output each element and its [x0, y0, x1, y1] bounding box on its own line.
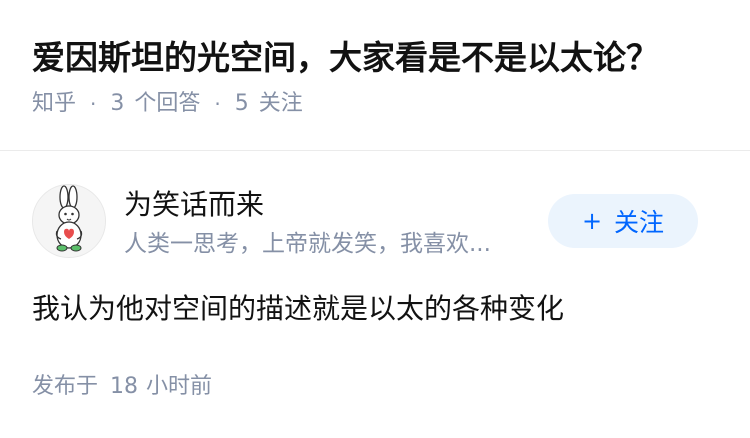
- author-name[interactable]: 为笑话而来: [124, 186, 264, 224]
- rabbit-avatar-icon: [33, 185, 105, 257]
- plus-icon: +: [581, 207, 603, 235]
- answers-count: 3: [110, 91, 125, 116]
- question-title[interactable]: 爱因斯坦的光空间，大家看是不是以太论？: [32, 34, 726, 82]
- question-header: 爱因斯坦的光空间，大家看是不是以太论？ 知乎 · 3 个回答 · 5 关注: [32, 34, 726, 120]
- follow-label: 关注: [614, 208, 665, 237]
- answer-time: 发布于 18 小时前: [32, 370, 212, 404]
- answer-content[interactable]: 我认为他对空间的描述就是以太的各种变化: [32, 288, 726, 330]
- author-bio: 人类一思考，上帝就发笑，我喜欢...: [124, 231, 491, 257]
- answer-author: 为笑话而来 人类一思考，上帝就发笑，我喜欢... + 关注: [32, 184, 698, 260]
- question-meta: 知乎 · 3 个回答 · 5 关注: [32, 88, 726, 120]
- avatar[interactable]: [32, 184, 106, 258]
- published-prefix: 发布于: [32, 374, 99, 399]
- meta-separator: ·: [214, 92, 221, 116]
- followers-count: 5: [234, 91, 249, 116]
- published-suffix: 小时前: [146, 374, 213, 399]
- source-label[interactable]: 知乎: [32, 88, 76, 120]
- answers-label[interactable]: 个回答: [134, 88, 200, 120]
- follow-button[interactable]: + 关注: [548, 194, 698, 248]
- published-num: 18: [110, 374, 139, 399]
- followers-label: 关注: [258, 91, 303, 116]
- meta-separator: ·: [90, 92, 97, 116]
- section-divider: [0, 150, 750, 151]
